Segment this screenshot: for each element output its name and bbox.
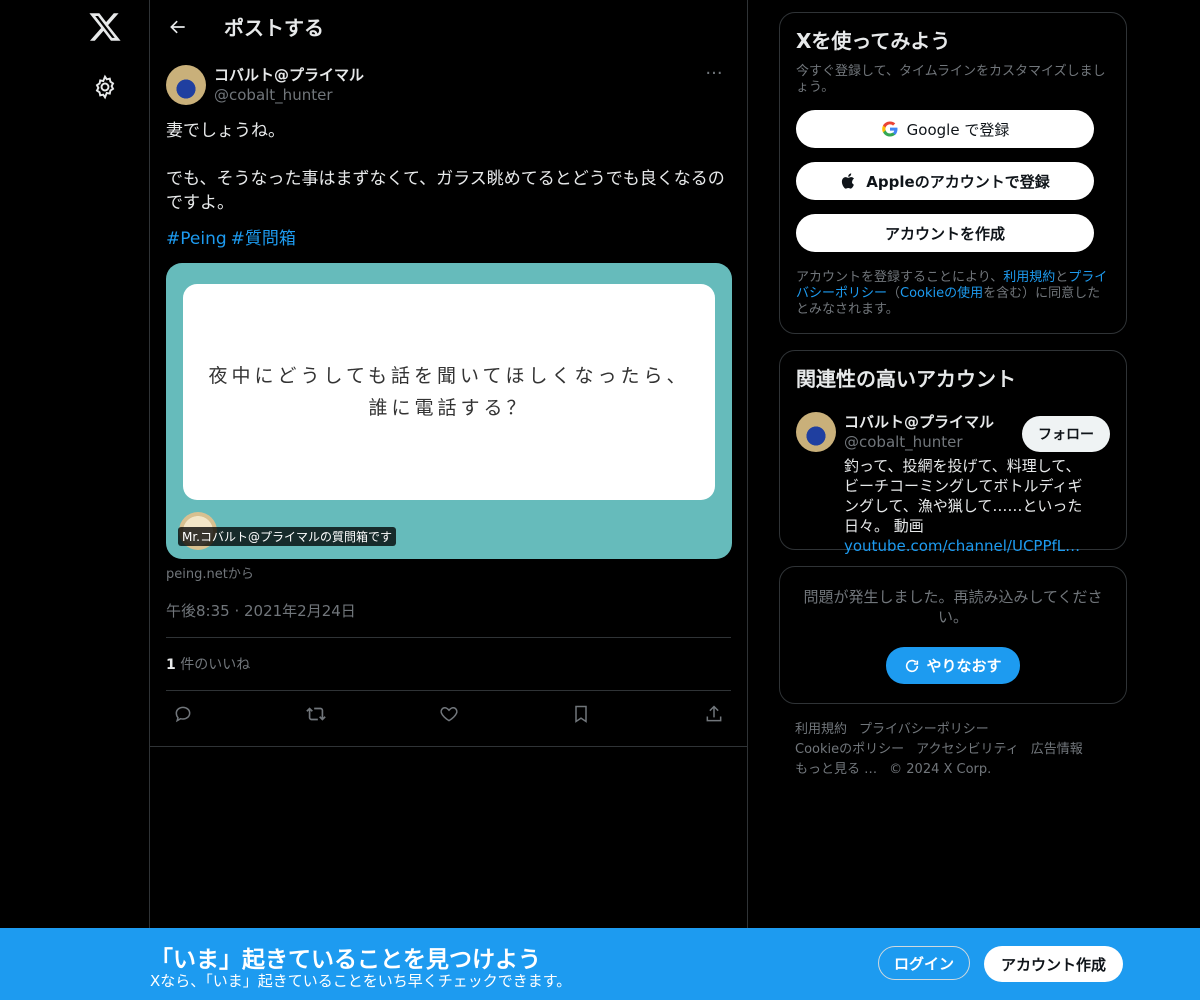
google-icon — [881, 121, 898, 137]
terms-link[interactable]: 利用規約 — [1003, 270, 1055, 285]
signup-title: Xを使ってみよう — [796, 29, 951, 53]
bio-link[interactable]: youtube.com/channel/UCPPfL… — [844, 537, 1080, 555]
x-logo-icon[interactable] — [88, 10, 122, 44]
apple-signup-button[interactable]: Appleのアカウントで登録 — [796, 162, 1094, 200]
follow-button[interactable]: フォロー — [1022, 416, 1110, 452]
banner-title: 「いま」起きていることを見つけよう — [150, 947, 541, 973]
bookmark-icon[interactable] — [570, 703, 592, 725]
like-heart-icon[interactable] — [438, 703, 460, 725]
terms-text: アカウントを登録することにより、 — [796, 270, 1004, 285]
retry-button[interactable]: やりなおす — [886, 647, 1020, 684]
left-rail — [0, 0, 149, 1000]
likes-number: 1 — [166, 657, 176, 673]
likes-label: 件のいいね — [175, 657, 251, 673]
login-button[interactable]: ログイン — [878, 946, 970, 980]
footer-link[interactable]: プライバシーポリシー — [859, 722, 989, 737]
card-caption: Mr.コバルト@プライマルの質問箱です — [178, 527, 397, 546]
banner-signup-button[interactable]: アカウント作成 — [984, 946, 1123, 982]
main-column: ポストする コバルト@プライマル @cobalt_hunter ··· 妻でしょ… — [149, 0, 748, 1000]
link-card[interactable]: 夜中にどうしても話を聞いてほしくなったら、 誰に電話する？ Mr.コバルト@プラ… — [166, 263, 732, 559]
banner-subtitle: Xなら、「いま」起きていることをいち早くチェックできます。 — [150, 972, 572, 990]
share-icon[interactable] — [703, 703, 725, 725]
footer-link[interactable]: アクセシビリティ — [916, 742, 1019, 757]
related-bio: 釣って、投網を投げて、料理して、ビーチコーミングしてボトルディギングして、漁や猟… — [844, 456, 1090, 556]
related-bio-text: 釣って、投網を投げて、料理して、ビーチコーミングしてボトルディギングして、漁や猟… — [844, 457, 1083, 535]
create-account-button[interactable]: アカウントを作成 — [796, 214, 1094, 252]
card-question-box: 夜中にどうしても話を聞いてほしくなったら、 誰に電話する？ — [183, 284, 715, 500]
author-handle[interactable]: @cobalt_hunter — [214, 85, 364, 105]
reply-icon[interactable] — [172, 703, 194, 725]
google-signup-label: Google で登録 — [906, 120, 1010, 139]
back-arrow-icon[interactable] — [162, 11, 194, 43]
avatar[interactable] — [166, 65, 206, 105]
error-message: 問題が発生しました。再読み込みしてください。 — [803, 588, 1103, 626]
refresh-icon — [906, 659, 919, 672]
divider — [150, 746, 748, 747]
signup-subtitle: 今すぐ登録して、タイムラインをカスタマイズしましょう。 — [796, 64, 1106, 95]
hashtag-link[interactable]: #Peing — [166, 229, 227, 249]
card-question-line: 誰に電話する？ — [368, 397, 530, 419]
google-signup-button[interactable]: Google で登録 — [796, 110, 1094, 148]
card-source[interactable]: peing.netから — [166, 563, 731, 582]
copyright: © 2024 X Corp. — [889, 762, 992, 777]
signup-panel: Xを使ってみよう 今すぐ登録して、タイムラインをカスタマイズしましょう。 Goo… — [779, 12, 1127, 334]
create-account-label: アカウントを作成 — [884, 224, 1005, 243]
hashtags: #Peing #質問箱 — [166, 227, 731, 251]
bottom-banner: 「いま」起きていることを見つけよう Xなら、「いま」起きていることをいち早くチェ… — [0, 928, 1200, 1000]
post-text: 妻でしょうね。 でも、そうなった事はまずなくて、ガラス眺めてるとどうでも良くなる… — [166, 121, 725, 213]
settings-gear-icon[interactable] — [92, 74, 118, 100]
retry-label: やりなおす — [926, 657, 1002, 675]
related-account[interactable]: コバルト@プライマル @cobalt_hunter 釣って、投網を投げて、料理し… — [796, 412, 1110, 556]
footer-link[interactable]: 広告情報 — [1031, 742, 1083, 757]
avatar[interactable] — [796, 412, 836, 452]
footer-link[interactable]: 利用規約 — [795, 722, 847, 737]
card-question-line: 夜中にどうしても話を聞いてほしくなったら、 — [208, 365, 690, 387]
author-display-name[interactable]: コバルト@プライマル — [214, 65, 364, 85]
signup-terms: アカウントを登録することにより、利用規約とプライバシーポリシー（Cookieの使… — [796, 270, 1110, 318]
footer-link[interactable]: Cookieのポリシー — [795, 742, 904, 757]
post: コバルト@プライマル @cobalt_hunter ··· 妻でしょうね。 でも… — [150, 65, 747, 737]
hashtag-link[interactable]: #質問箱 — [231, 229, 296, 249]
footer-links: 利用規約 プライバシーポリシー Cookieのポリシー アクセシビリティ 広告情報 も… — [795, 720, 1115, 780]
post-timestamp[interactable]: 午後8:35 · 2021年2月24日 — [166, 600, 731, 638]
post-author: コバルト@プライマル @cobalt_hunter ··· — [166, 65, 731, 105]
top-bar: ポストする — [150, 0, 747, 53]
likes-count[interactable]: 1 件のいいね — [166, 638, 731, 691]
apple-signup-label: Appleのアカウントで登録 — [866, 172, 1050, 191]
terms-text: と — [1055, 270, 1069, 285]
related-title: 関連性の高いアカウント — [796, 367, 1016, 391]
footer-link[interactable]: もっと見る … — [795, 762, 877, 777]
terms-text: （ — [887, 286, 901, 301]
page-title: ポストする — [224, 16, 324, 40]
post-actions — [166, 691, 731, 737]
apple-icon — [842, 173, 855, 189]
related-accounts-panel: 関連性の高いアカウント コバルト@プライマル @cobalt_hunter 釣っ… — [779, 350, 1127, 555]
more-options-icon[interactable]: ··· — [699, 65, 729, 87]
cookie-link[interactable]: Cookieの使用 — [900, 286, 983, 301]
repost-icon[interactable] — [305, 703, 327, 725]
error-panel: 問題が発生しました。再読み込みしてください。 やりなおす — [779, 566, 1127, 704]
